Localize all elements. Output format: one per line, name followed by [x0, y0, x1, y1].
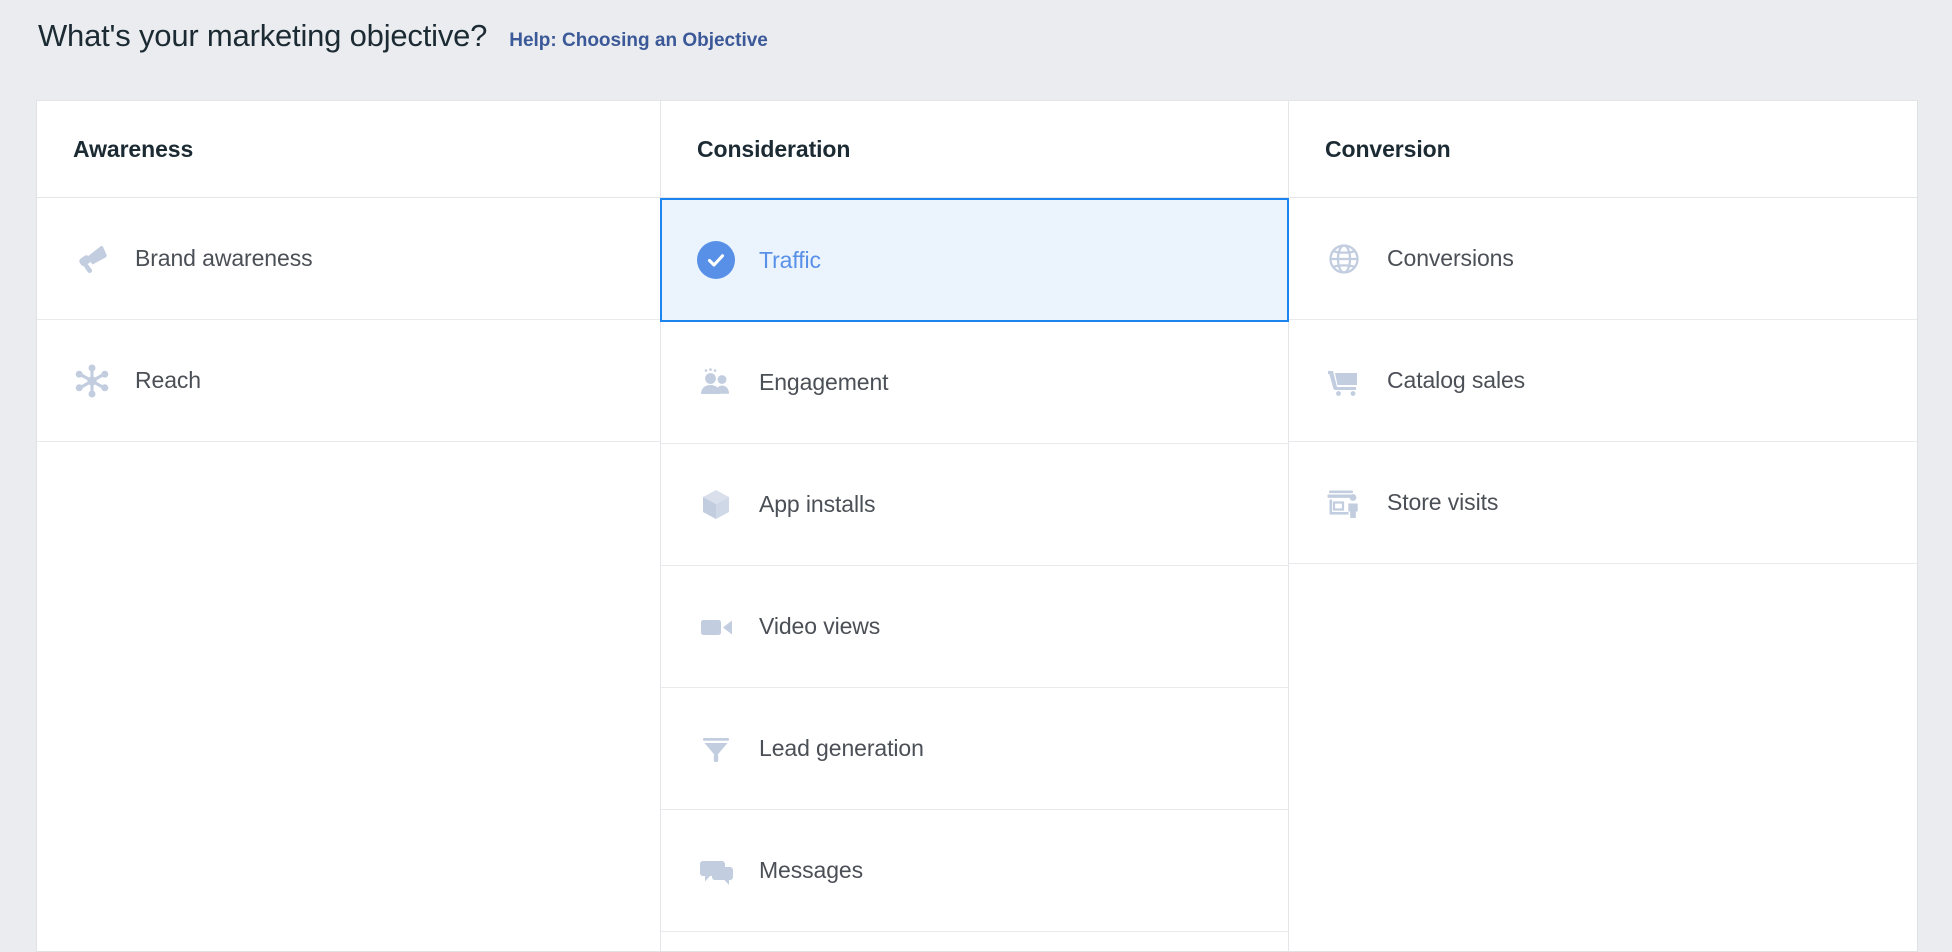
objective-label: App installs: [759, 491, 876, 517]
objective-label: Conversions: [1387, 245, 1514, 271]
objective-row-store-visits[interactable]: Store visits: [1289, 442, 1917, 564]
objective-column-consideration: Consideration Traffic Engagement App ins…: [660, 101, 1289, 951]
objective-label: Messages: [759, 857, 864, 883]
column-header-consideration: Consideration: [661, 101, 1288, 198]
objective-label: Traffic: [759, 246, 821, 273]
shopping-cart-icon: [1321, 358, 1367, 404]
objective-row-video-views[interactable]: Video views: [661, 566, 1288, 688]
cube-icon: [693, 482, 739, 528]
objective-row-lead-generation[interactable]: Lead generation: [661, 688, 1288, 810]
objective-row-brand-awareness[interactable]: Brand awareness: [37, 198, 660, 320]
help-choosing-objective-link[interactable]: Help: Choosing an Objective: [509, 30, 768, 52]
objective-column-awareness: Awareness Brand awareness Reach: [37, 101, 661, 951]
objective-row-reach[interactable]: Reach: [37, 320, 660, 442]
funnel-icon: [693, 726, 739, 772]
objective-row-traffic[interactable]: Traffic: [660, 198, 1289, 322]
reach-nodes-icon: [69, 358, 115, 404]
page-header: What's your marketing objective? Help: C…: [0, 0, 1952, 64]
objective-label: Brand awareness: [135, 245, 313, 271]
objective-row-catalog-sales[interactable]: Catalog sales: [1289, 320, 1917, 442]
page-title: What's your marketing objective?: [38, 18, 488, 53]
column-header-conversion: Conversion: [1289, 101, 1917, 198]
objective-selection-card: Awareness Brand awareness Reach Consider…: [36, 100, 1918, 952]
objective-label: Reach: [135, 367, 201, 393]
objective-row-conversions[interactable]: Conversions: [1289, 198, 1917, 320]
objective-label: Lead generation: [759, 735, 924, 761]
people-icon: [693, 360, 739, 406]
objective-row-app-installs[interactable]: App installs: [661, 444, 1288, 566]
megaphone-icon: [69, 236, 115, 282]
objective-label: Engagement: [759, 369, 889, 395]
globe-icon: [1321, 236, 1367, 282]
check-circle-icon: [693, 237, 739, 283]
column-header-awareness: Awareness: [37, 101, 660, 198]
speech-bubbles-icon: [693, 848, 739, 894]
objective-row-messages[interactable]: Messages: [661, 810, 1288, 932]
objective-label: Video views: [759, 613, 881, 639]
objective-label: Store visits: [1387, 489, 1499, 515]
video-camera-icon: [693, 604, 739, 650]
objective-row-engagement[interactable]: Engagement: [661, 322, 1288, 444]
storefront-person-icon: [1321, 480, 1367, 526]
objective-column-conversion: Conversion Conversions Catalog sales Sto…: [1289, 101, 1917, 951]
objective-label: Catalog sales: [1387, 367, 1526, 393]
